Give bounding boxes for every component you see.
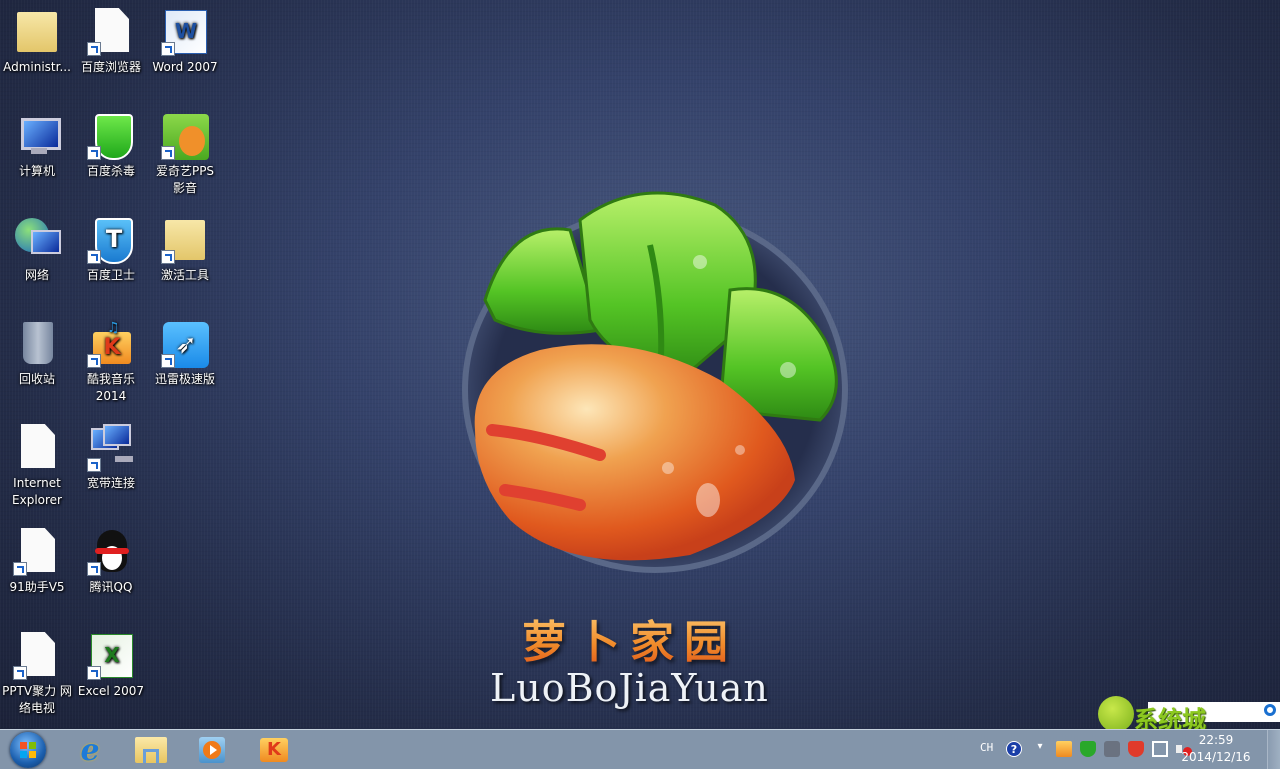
desktop-icon-label: 爱奇艺PPS 影音 — [155, 164, 215, 195]
taskbar-windows-explorer[interactable] — [127, 732, 175, 768]
document-icon — [13, 528, 61, 576]
windows-orb-icon — [10, 732, 46, 768]
desktop-icon[interactable]: 激活工具 — [148, 210, 222, 284]
carrot-logo-icon — [462, 191, 848, 573]
shortcut-arrow-icon — [87, 666, 101, 680]
wallpaper-title-en: LuoBoJiaYuan — [490, 666, 769, 710]
recycle-bin-icon — [13, 320, 61, 368]
show-hidden-icon[interactable]: ▾ — [1032, 741, 1048, 757]
desktop-icon[interactable]: Internet Explorer — [0, 418, 74, 509]
taskbar-internet-explorer[interactable]: e — [66, 732, 114, 768]
shortcut-arrow-icon — [161, 42, 175, 56]
desktop-icon[interactable]: 爱奇艺PPS 影音 — [148, 106, 222, 197]
desktop-icon-label: 回收站 — [18, 372, 55, 386]
desktop-icon[interactable]: 百度浏览器 — [74, 2, 148, 76]
watermark-logo-icon — [1098, 696, 1134, 732]
taskbar-kuwo-music[interactable]: K — [250, 732, 298, 768]
clock-date: 2014/12/16 — [1181, 750, 1251, 764]
kuwo-music-icon: K — [260, 738, 288, 762]
desktop-icon-label: 计算机 — [18, 164, 55, 178]
desktop-icon-label: 迅雷极速版 — [154, 372, 215, 386]
shortcut-arrow-icon — [87, 146, 101, 160]
shortcut-arrow-icon — [87, 562, 101, 576]
shortcut-arrow-icon — [161, 146, 175, 160]
excel-icon: X — [87, 632, 135, 680]
desktop-icon-label: 宽带连接 — [86, 476, 135, 490]
gear-icon — [1264, 704, 1276, 716]
wallpaper-title-cn: 萝卜家园 — [522, 606, 738, 670]
shortcut-arrow-icon — [87, 458, 101, 472]
desktop-icon-label: 百度杀毒 — [86, 164, 135, 178]
shortcut-arrow-icon — [13, 666, 27, 680]
green-shield-icon — [87, 112, 135, 160]
show-desktop-button[interactable] — [1267, 730, 1280, 769]
desktop-icon-label: 腾讯QQ — [89, 580, 133, 594]
start-button[interactable] — [4, 732, 52, 768]
baidu-antivirus-tray-icon[interactable] — [1080, 741, 1096, 757]
shortcut-arrow-icon — [87, 250, 101, 264]
desktop-icon-label: 激活工具 — [160, 268, 209, 282]
file-explorer-icon — [135, 737, 167, 763]
desktop-icon[interactable]: W Word 2007 — [148, 2, 222, 76]
desktop-icon-label: Administr... — [3, 60, 71, 74]
media-player-icon — [199, 737, 225, 763]
desktop-icon-label: 91助手V5 — [9, 580, 65, 594]
user-folder-icon — [13, 8, 61, 56]
blue-shield-icon: T — [87, 216, 135, 264]
folder-icon — [161, 216, 209, 264]
desktop-icon[interactable]: PPTV聚力 网 络电视 — [0, 626, 74, 717]
desktop-icon[interactable]: 回收站 — [0, 314, 74, 388]
shortcut-arrow-icon — [87, 354, 101, 368]
shortcut-arrow-icon — [87, 42, 101, 56]
desktop-icon[interactable]: 百度杀毒 — [74, 106, 148, 180]
system-tray: CH ? ▾ 22:59 2014/12/16 — [970, 730, 1280, 769]
desktop-icon[interactable]: 宽带连接 — [74, 418, 148, 492]
desktop-icon[interactable]: ➶ 迅雷极速版 — [148, 314, 222, 388]
help-icon[interactable]: ? — [1006, 741, 1022, 757]
desktop-icon-label: 酷我音乐 2014 — [86, 372, 135, 403]
document-icon — [87, 8, 135, 56]
document-icon — [13, 424, 61, 472]
shortcut-arrow-icon — [161, 250, 175, 264]
iqiyi-pps-icon — [161, 112, 209, 160]
kuwo-tray-icon[interactable] — [1056, 741, 1072, 757]
document-icon — [13, 632, 61, 680]
desktop-icon[interactable]: 腾讯QQ — [74, 522, 148, 596]
kuwo-music-icon: K ♫ — [87, 320, 135, 368]
thunder-icon: ➶ — [161, 320, 209, 368]
taskbar-media-player[interactable] — [188, 732, 236, 768]
clock[interactable]: 22:59 2014/12/16 — [1176, 732, 1256, 766]
network-icon — [13, 216, 61, 264]
desktop-icon-label: Word 2007 — [152, 60, 218, 74]
word-icon: W — [161, 8, 209, 56]
desktop-icon[interactable]: X Excel 2007 — [74, 626, 148, 700]
power-icon[interactable] — [1104, 741, 1120, 757]
network-tray-icon[interactable] — [1152, 741, 1168, 757]
ie-icon: e — [80, 732, 100, 768]
desktop-icon[interactable]: 计算机 — [0, 106, 74, 180]
shortcut-arrow-icon — [161, 354, 175, 368]
desktop-icon-label: 百度卫士 — [86, 268, 135, 282]
desktop-icon[interactable]: 网络 — [0, 210, 74, 284]
desktop-icon-label: 百度浏览器 — [80, 60, 141, 74]
baidu-guard-tray-icon[interactable] — [1128, 741, 1144, 757]
desktop-icon-label: Excel 2007 — [77, 684, 145, 698]
desktop-icon-label: 网络 — [24, 268, 49, 282]
broadband-connection-icon — [87, 424, 135, 472]
language-indicator[interactable]: CH — [980, 741, 993, 754]
qq-penguin-icon — [87, 528, 135, 576]
desktop-icon-label: PPTV聚力 网 络电视 — [2, 684, 72, 715]
desktop-icon-label: Internet Explorer — [12, 476, 62, 507]
desktop-icon[interactable]: K ♫ 酷我音乐 2014 — [74, 314, 148, 405]
desktop-icon[interactable]: Administr... — [0, 2, 74, 76]
desktop-icon[interactable]: T 百度卫士 — [74, 210, 148, 284]
desktop-icon[interactable]: 91助手V5 — [0, 522, 74, 596]
computer-icon — [13, 112, 61, 160]
clock-time: 22:59 — [1198, 733, 1234, 747]
taskbar: e K CH ? ▾ 22:59 2014/12/16 — [0, 729, 1280, 769]
shortcut-arrow-icon — [13, 562, 27, 576]
